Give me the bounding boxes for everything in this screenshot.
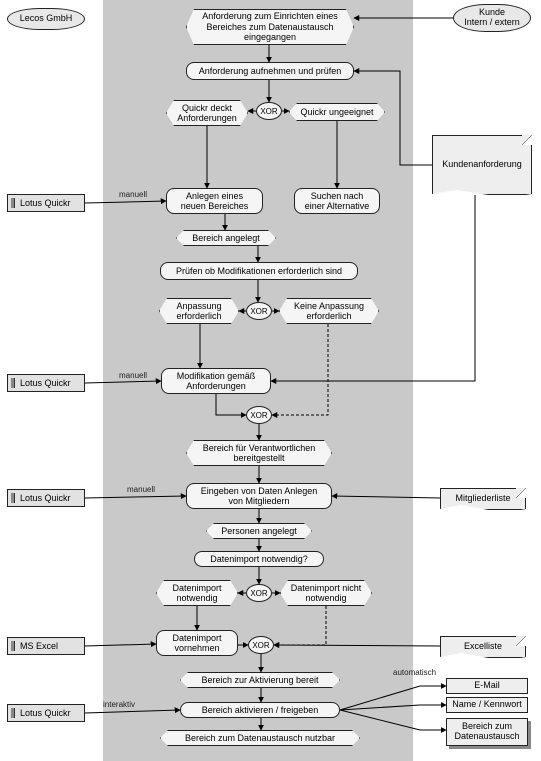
- event-import-nicht-notwendig: Datenimport nicht notwendig: [280, 580, 372, 606]
- fn-pruefen-modifikationen: Prüfen ob Modifikationen erforderlich si…: [160, 262, 358, 280]
- fn-anlegen: Anlegen eines neuen Bereiches: [166, 188, 263, 214]
- org-lecos: Lecos GmbH: [7, 8, 85, 30]
- event-anpassung-erforderlich: Anpassung erforderlich: [159, 298, 239, 324]
- sys-lotus-quickr-4: Lotus Quickr: [7, 704, 85, 722]
- doc-mitgliederliste: Mitgliederliste: [440, 488, 526, 510]
- xor-4: XOR: [246, 584, 272, 602]
- fn-aktivieren: Bereich aktivieren / freigeben: [180, 702, 340, 718]
- sys-lotus-quickr-2: Lotus Quickr: [7, 374, 85, 392]
- doc-kundenanforderung: Kundenanforderung: [432, 135, 532, 195]
- event-personen-angelegt: Personen angelegt: [206, 523, 312, 539]
- event-import-notwendig: Datenimport notwendig: [156, 580, 238, 606]
- event-nutzbar: Bereich zum Datenaustausch nutzbar: [160, 730, 360, 746]
- event-quickr-ungeeignet: Quickr ungeeignet: [289, 103, 385, 121]
- out-email: E-Mail: [446, 678, 528, 694]
- out-bereich-datenaustausch: Bereich zum Datenaustausch: [446, 718, 528, 746]
- xor-1: XOR: [256, 102, 282, 120]
- event-bereich-angelegt: Bereich angelegt: [176, 230, 276, 246]
- label-manuell-3: manuell: [127, 485, 155, 494]
- fn-import-vornehmen: Datenimport vornehmen: [156, 630, 238, 656]
- label-manuell-2: manuell: [119, 371, 147, 380]
- label-manuell-1: manuell: [119, 190, 147, 199]
- event-quickr-deckt: Quickr deckt Anforderungen: [166, 100, 248, 126]
- diagram-canvas: Lecos GmbH Kunde Intern / extern Lotus Q…: [0, 0, 541, 761]
- event-keine-anpassung: Keine Anpassung erforderlich: [279, 298, 379, 324]
- org-kunde: Kunde Intern / extern: [453, 4, 531, 32]
- xor-5: XOR: [248, 636, 274, 654]
- event-start: Anforderung zum Einrichten eines Bereich…: [186, 9, 354, 45]
- xor-3: XOR: [246, 406, 272, 424]
- event-aktivierung-bereit: Bereich zur Aktivierung bereit: [180, 672, 340, 688]
- fn-alternative: Suchen nach einer Alternative: [294, 188, 380, 214]
- sys-lotus-quickr-3: Lotus Quickr: [7, 489, 85, 507]
- label-interaktiv: interaktiv: [103, 700, 135, 709]
- doc-excelliste: Excelliste: [440, 636, 526, 658]
- out-name-kennwort: Name / Kennwort: [446, 697, 528, 713]
- sys-ms-excel: MS Excel: [7, 637, 85, 655]
- fn-import-notwendig-frage: Datenimport notwendig?: [194, 551, 324, 567]
- label-automatisch: automatisch: [393, 668, 436, 677]
- xor-2: XOR: [246, 302, 272, 320]
- org-kunde-line2: Intern / extern: [464, 18, 520, 28]
- fn-eingeben: Eingeben von Daten Anlegen von Mitgliede…: [186, 483, 332, 509]
- fn-aufnehmen: Anforderung aufnehmen und prüfen: [186, 62, 354, 80]
- fn-modifikation: Modifikation gemäß Anforderungen: [161, 368, 271, 394]
- sys-lotus-quickr-1: Lotus Quickr: [7, 194, 85, 212]
- event-bereich-bereit: Bereich für Verantwortlichen bereitgeste…: [186, 440, 332, 466]
